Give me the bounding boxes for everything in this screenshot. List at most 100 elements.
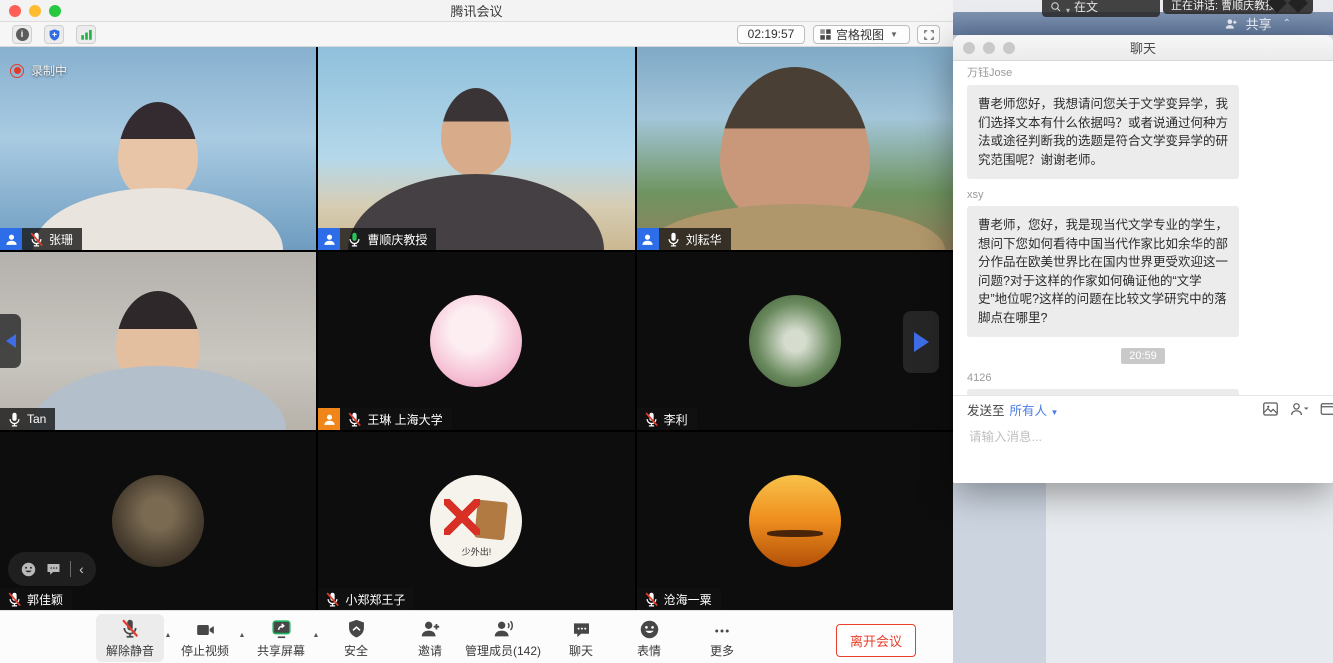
mic-muted-icon <box>324 591 341 608</box>
host-badge-icon <box>318 228 340 250</box>
meeting-timer: 02:19:57 <box>737 25 805 44</box>
chat-button[interactable]: 聊天 <box>569 616 593 659</box>
participant-name: 曹顺庆教授 <box>367 231 427 248</box>
participant-name: 李利 <box>664 411 688 428</box>
prev-page-button[interactable] <box>0 314 21 368</box>
quick-reactions-pill[interactable]: ‹ <box>8 552 96 586</box>
send-to-label: 发送至 <box>967 400 1005 419</box>
chevron-down-icon: ▼ <box>890 30 898 39</box>
share-options-caret[interactable]: ▲ <box>313 632 320 639</box>
send-to-selector[interactable]: 所有人 ▼ <box>1010 400 1059 419</box>
screen: 共享 ⌃ ▾ 在文 正在讲话: 曹顺庆教授， 腾讯会议 i <box>0 0 1333 663</box>
avatar <box>112 475 204 567</box>
chevron-down-icon: ▼ <box>1051 408 1059 417</box>
avatar: 少外出! <box>430 475 522 567</box>
mic-muted-icon <box>346 411 363 428</box>
video-grid: 张珊 曹顺庆教授 刘耘华 <box>0 47 953 610</box>
chat-timestamp-row: 20:59 <box>967 346 1319 364</box>
stop-video-button[interactable]: 停止视频 <box>181 616 229 659</box>
participant-name-tag: 刘耘华 <box>637 228 731 250</box>
bottom-toolbar: 解除静音 ▲ 停止视频 ▲ 共享屏幕 ▲ <box>0 610 953 663</box>
search-input[interactable]: ▾ 在文 <box>1042 0 1160 17</box>
video-tile-xiaozhengzhengwangzi[interactable]: 少外出! 小郑郑王子 <box>318 432 634 610</box>
window-titlebar: 腾讯会议 <box>0 0 953 22</box>
video-options-caret[interactable]: ▲ <box>239 632 246 639</box>
info-icon: i <box>16 28 29 41</box>
unmute-button[interactable]: 解除静音 <box>96 614 164 662</box>
chat-send-to-row: 发送至 所有人 ▼ <box>953 395 1333 423</box>
host-badge-icon <box>0 228 22 250</box>
chat-message-bubble: 曹老师您好，我想请问您关于文学变异学，我们选择文本有什么依据吗？或者说通过何种方… <box>967 85 1239 179</box>
arrow-right-icon <box>914 332 929 352</box>
fullscreen-button[interactable] <box>917 25 940 44</box>
leave-meeting-button[interactable]: 离开会议 <box>836 624 916 657</box>
chat-username: 4126 <box>967 372 1319 384</box>
video-tile-canghaiyisu[interactable]: 沧海一粟 <box>637 432 953 610</box>
cohost-badge-icon <box>318 408 340 430</box>
network-quality-button[interactable] <box>76 25 96 44</box>
video-placeholder <box>0 252 316 430</box>
share-screen-icon <box>269 618 292 640</box>
share-screen-button[interactable]: 共享屏幕 <box>257 616 305 659</box>
fullscreen-icon <box>923 29 935 41</box>
pop-out-window-button[interactable] <box>1319 400 1333 418</box>
smiley-icon <box>638 619 659 640</box>
divider <box>70 561 71 577</box>
meeting-info-button[interactable]: i <box>12 25 32 44</box>
invite-person-icon <box>418 618 441 640</box>
video-tile-liuyunhua[interactable]: 刘耘华 <box>637 47 953 250</box>
chevron-up-icon[interactable]: ⌃ <box>1283 18 1291 29</box>
meeting-controlbar: i 02:19:57 宫格视图 ▼ <box>0 22 953 47</box>
meeting-window: 腾讯会议 i 02:19:57 <box>0 0 953 663</box>
more-button[interactable]: 更多 <box>710 616 734 659</box>
video-placeholder <box>637 47 953 250</box>
participant-name: 王琳 上海大学 <box>367 411 442 428</box>
window-title: 腾讯会议 <box>0 1 953 20</box>
chat-title: 聊天 <box>953 38 1333 57</box>
chat-message-input[interactable] <box>967 429 1307 445</box>
camera-icon <box>193 620 216 640</box>
security-shield-icon <box>345 618 366 640</box>
participant-name-tag: 沧海一粟 <box>637 588 721 610</box>
video-tile-wanglin[interactable]: 王琳 上海大学 <box>318 252 634 430</box>
search-icon <box>1050 1 1062 13</box>
chat-message-list[interactable]: 万钰Jose 曹老师您好，我想请问您关于文学变异学，我们选择文本有什么依据吗？或… <box>953 61 1333 395</box>
avatar <box>430 295 522 387</box>
next-page-button[interactable] <box>903 311 939 373</box>
shield-plus-icon <box>48 28 61 42</box>
collapse-chevron-icon[interactable]: ‹ <box>79 562 84 576</box>
reactions-button[interactable]: 表情 <box>637 616 661 659</box>
mention-member-button[interactable] <box>1289 400 1310 418</box>
share-label[interactable]: 共享 <box>1246 14 1272 33</box>
view-mode-selector[interactable]: 宫格视图 ▼ <box>813 25 910 44</box>
audio-options-caret[interactable]: ▲ <box>165 632 172 639</box>
members-icon <box>491 618 514 640</box>
mic-muted-icon <box>28 231 45 248</box>
participant-name-tag: 曹顺庆教授 <box>318 228 436 250</box>
video-tile-caoshunqing[interactable]: 曹顺庆教授 <box>318 47 634 250</box>
participant-name-tag: 李利 <box>637 408 697 430</box>
invite-button[interactable]: 邀请 <box>418 616 442 659</box>
recording-indicator: 录制中 <box>10 62 67 79</box>
meeting-security-button[interactable] <box>44 25 64 44</box>
host-badge-icon <box>637 228 659 250</box>
smiley-icon <box>20 561 37 578</box>
view-mode-label: 宫格视图 <box>836 26 884 43</box>
participant-name: 小郑郑王子 <box>345 591 405 608</box>
chat-username: xsy <box>967 189 1319 201</box>
mic-muted-icon <box>643 411 660 428</box>
search-text: 在文 <box>1074 0 1098 15</box>
chat-panel: 聊天 万钰Jose 曹老师您好，我想请问您关于文学变异学，我们选择文本有什么依据… <box>953 35 1333 483</box>
participant-name-tag: 小郑郑王子 <box>318 588 414 610</box>
send-image-button[interactable] <box>1261 400 1280 418</box>
signal-bars-icon <box>80 28 93 41</box>
mic-on-icon <box>6 411 23 428</box>
mic-on-icon <box>665 231 682 248</box>
mic-muted-icon <box>119 617 141 640</box>
more-dots-icon <box>711 622 733 640</box>
mic-muted-icon <box>6 591 23 608</box>
manage-members-button[interactable]: 管理成员(142) <box>465 616 541 659</box>
video-tile-tan[interactable]: Tan <box>0 252 316 430</box>
security-button[interactable]: 安全 <box>344 616 368 659</box>
participant-name-tag: 王琳 上海大学 <box>318 408 451 430</box>
